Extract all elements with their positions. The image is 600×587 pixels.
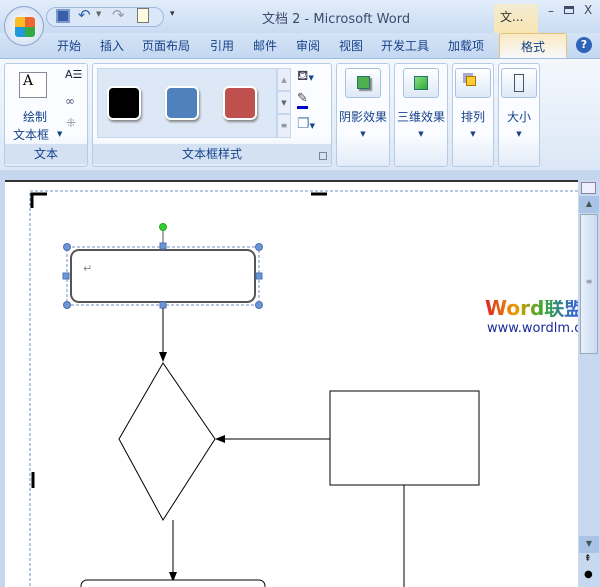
process-rounded-box: [80, 579, 266, 587]
tab-references[interactable]: 引用: [210, 37, 234, 54]
dropdown-arrow-icon: ▼: [470, 130, 476, 138]
size-icon: [501, 68, 537, 98]
office-button[interactable]: [4, 6, 44, 46]
3d-effects-icon: [403, 68, 439, 98]
vertical-scrollbar[interactable]: ▲ ≡ ▼ ⇞ ●: [578, 180, 600, 587]
dropdown-arrow-icon: ▼: [57, 130, 63, 138]
tab-format[interactable]: 格式: [499, 33, 567, 59]
undo-icon[interactable]: ↶: [78, 6, 91, 24]
undo-dropdown-icon[interactable]: ▼: [96, 10, 101, 18]
tab-page-layout[interactable]: 页面布局: [142, 37, 190, 54]
text-group: A 绘制 文本框 ▼ A☰ ∞ ⁜ 文本: [4, 63, 88, 167]
tab-developer[interactable]: 开发工具: [381, 37, 429, 54]
style-swatch-red[interactable]: [223, 86, 257, 120]
start-rounded-box: [70, 249, 256, 303]
textbox-styles-label: 文本框样式: [93, 144, 331, 164]
shadow-effects-group[interactable]: 阴影效果 ▼: [336, 63, 390, 167]
size-group[interactable]: 大小 ▼: [498, 63, 540, 167]
line-color-icon[interactable]: ✎: [297, 92, 308, 109]
dropdown-arrow-icon: ▼: [360, 130, 366, 138]
shadow-effects-icon: [345, 68, 381, 98]
scroll-up-button[interactable]: ▲: [579, 196, 599, 213]
process-box: [329, 390, 480, 486]
ruler-toggle-icon[interactable]: [581, 182, 596, 194]
textbox-styles-group: ▲ ▼ ≡ ⛾▼ ✎ ❐▼ 文本框样式: [92, 63, 332, 167]
change-shape-icon[interactable]: ❐▼: [297, 116, 315, 132]
dropdown-arrow-icon: ▼: [516, 130, 522, 138]
crop-mark-top-left: [30, 192, 47, 208]
dropdown-arrow-icon: ▼: [418, 130, 424, 138]
create-link-icon[interactable]: ∞: [65, 94, 75, 108]
decision-diamond: [118, 362, 216, 521]
scroll-down-button[interactable]: ▼: [579, 536, 599, 553]
gallery-scroll-down[interactable]: ▼: [277, 91, 291, 114]
style-swatch-blue[interactable]: [165, 86, 199, 120]
textbox-icon: A: [19, 72, 47, 98]
minimize-button[interactable]: –: [548, 4, 554, 18]
scroll-thumb[interactable]: ≡: [580, 214, 598, 354]
tab-review[interactable]: 审阅: [296, 37, 320, 54]
gallery-more[interactable]: ≡: [277, 114, 291, 138]
draw-textbox-button[interactable]: A 绘制 文本框 ▼: [9, 68, 62, 148]
ribbon: A 绘制 文本框 ▼ A☰ ∞ ⁜ 文本 ▲ ▼ ≡ ⛾▼ ✎ ❐▼ 文本框样式…: [0, 58, 600, 170]
maximize-button[interactable]: [564, 6, 574, 14]
redo-icon[interactable]: ↷: [112, 6, 125, 24]
tab-view[interactable]: 视图: [339, 37, 363, 54]
tab-mailings[interactable]: 邮件: [253, 37, 277, 54]
office-logo-icon: [15, 17, 35, 37]
close-button[interactable]: X: [584, 3, 592, 17]
tab-addins[interactable]: 加载项: [448, 37, 484, 54]
3d-effects-group[interactable]: 三维效果 ▼: [394, 63, 448, 167]
fill-color-icon[interactable]: ⛾▼: [297, 68, 314, 86]
ribbon-tabs: 开始 插入 页面布局 引用 邮件 审阅 视图 开发工具 加载项 格式 ?: [0, 33, 600, 59]
arrange-group[interactable]: 排列 ▼: [452, 63, 494, 167]
style-swatch-black[interactable]: [107, 86, 141, 120]
save-icon[interactable]: [56, 9, 70, 23]
flowchart-canvas: [29, 190, 578, 587]
title-bar: ↶ ▼ ↷ ▾ 文档 2 - Microsoft Word 文... – X: [0, 0, 600, 46]
break-link-icon[interactable]: ⁜: [66, 116, 76, 130]
previous-page-icon[interactable]: ⇞: [584, 554, 592, 564]
paragraph-mark: ↵: [83, 262, 93, 275]
tab-insert[interactable]: 插入: [100, 37, 124, 54]
arrange-icon: [455, 68, 491, 98]
text-direction-icon[interactable]: A☰: [65, 68, 82, 81]
gallery-scroll-up[interactable]: ▲: [277, 68, 291, 91]
window-title: 文档 2 - Microsoft Word: [262, 12, 411, 27]
tab-home[interactable]: 开始: [57, 37, 81, 54]
text-group-label: 文本: [5, 144, 87, 164]
rotation-handle: [159, 223, 167, 231]
browse-object-icon[interactable]: ●: [584, 569, 593, 580]
new-document-icon[interactable]: [137, 8, 149, 23]
help-icon[interactable]: ?: [576, 37, 592, 53]
document-page[interactable]: ↵ Word联盟 www.wordlm.com: [5, 180, 600, 587]
customize-toolbar-icon[interactable]: ▾: [170, 9, 175, 19]
dialog-launcher-icon[interactable]: [319, 152, 327, 160]
context-tab-header: 文...: [494, 4, 538, 33]
